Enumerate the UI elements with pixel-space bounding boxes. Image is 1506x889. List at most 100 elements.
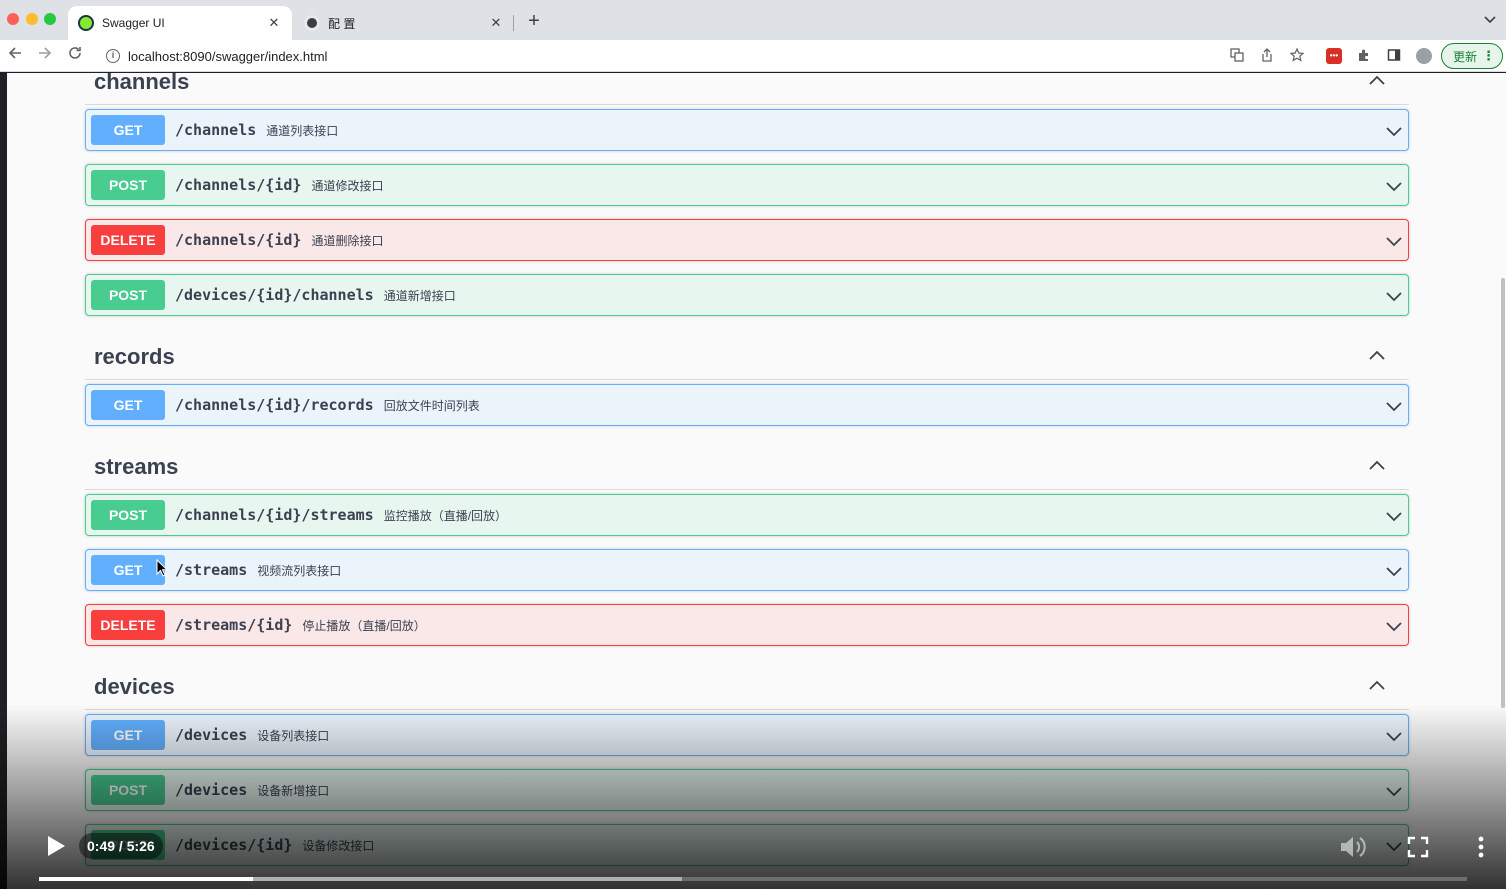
section-header-2[interactable]: streams (85, 454, 1409, 490)
operation-summary: 监控播放（直播/回放） (383, 508, 508, 523)
browser-tab-strip: Swagger UI ✕ 配 置 ✕ + (0, 0, 1506, 40)
new-tab-button[interactable]: + (524, 11, 544, 31)
operation-summary: 通道列表接口 (266, 123, 339, 138)
operation-path: /devices (175, 726, 248, 744)
tab-divider (513, 15, 514, 31)
tab-swagger-ui[interactable]: Swagger UI ✕ (68, 6, 292, 40)
window-minimize-button[interactable] (26, 13, 38, 25)
tab-title: 配 置 (328, 16, 356, 31)
operation-delete-row[interactable]: DELETE/channels/{id} 通道删除接口 (85, 219, 1409, 261)
site-info-icon[interactable]: i (106, 49, 120, 63)
operation-summary: 设备新增接口 (257, 783, 330, 798)
method-badge: POST (91, 170, 165, 200)
operation-path: /channels/{id} (175, 176, 302, 194)
window-close-button[interactable] (7, 13, 19, 25)
tab-config[interactable]: 配 置 ✕ (296, 6, 512, 40)
back-arrow-icon[interactable] (4, 45, 26, 67)
extension-password-icon[interactable]: ••• (1326, 48, 1342, 64)
method-badge: GET (91, 115, 165, 145)
bookmark-star-icon[interactable] (1289, 47, 1305, 64)
method-badge: DELETE (91, 610, 165, 640)
collapse-caret-icon[interactable] (1369, 458, 1385, 474)
page-scrollbar[interactable] (1499, 73, 1506, 889)
operation-get-row[interactable]: GET/channels 通道列表接口 (85, 109, 1409, 151)
operation-summary: 视频流列表接口 (257, 563, 342, 578)
expand-chevron-icon[interactable] (1386, 123, 1402, 139)
video-time-display: 0:49 / 5:26 (79, 833, 163, 859)
tab-search-chevron-icon[interactable] (1484, 13, 1496, 27)
window-zoom-button[interactable] (44, 13, 56, 25)
volume-icon[interactable] (1339, 834, 1367, 860)
close-tab-icon[interactable]: ✕ (266, 15, 282, 31)
method-badge: POST (91, 280, 165, 310)
reload-icon[interactable] (64, 45, 86, 67)
operation-summary: 设备列表接口 (257, 728, 330, 743)
section-title[interactable]: devices (94, 674, 175, 700)
section-title[interactable]: channels (94, 73, 189, 95)
operation-post-row[interactable]: POST/channels/{id} 通道修改接口 (85, 164, 1409, 206)
profile-avatar-icon[interactable] (1416, 48, 1432, 64)
config-favicon-icon (304, 15, 320, 31)
operation-post-row[interactable]: POST/devices 设备新增接口 (85, 769, 1409, 811)
update-button[interactable]: 更新 ⋮ (1441, 43, 1503, 69)
forward-arrow-icon[interactable] (34, 45, 56, 67)
swagger-favicon-icon (78, 15, 94, 31)
video-played-bar (39, 877, 254, 881)
side-panel-icon[interactable] (1386, 48, 1402, 64)
operation-summary: 通道新增接口 (383, 288, 456, 303)
expand-chevron-icon[interactable] (1386, 398, 1402, 414)
chrome-menu-icon[interactable]: ⋮ (1482, 48, 1495, 64)
collapse-caret-icon[interactable] (1369, 678, 1385, 694)
operation-path: /devices (175, 781, 248, 799)
operation-path: /streams/{id} (175, 616, 293, 634)
page-scrollbar-thumb[interactable] (1501, 278, 1505, 708)
collapse-caret-icon[interactable] (1369, 73, 1385, 89)
expand-chevron-icon[interactable] (1386, 783, 1402, 799)
operation-post-row[interactable]: POST/devices/{id}/channels 通道新增接口 (85, 274, 1409, 316)
expand-chevron-icon[interactable] (1386, 178, 1402, 194)
method-badge: POST (91, 500, 165, 530)
extensions-puzzle-icon[interactable] (1356, 48, 1372, 64)
operation-summary: 设备修改接口 (302, 838, 375, 853)
section-header-3[interactable]: devices (85, 674, 1409, 710)
address-url[interactable]: localhost:8090/swagger/index.html (128, 49, 327, 64)
more-options-icon[interactable] (1472, 834, 1490, 860)
share-icon[interactable] (1259, 48, 1275, 64)
video-progress-bar[interactable] (39, 877, 1467, 881)
operation-summary: 回放文件时间列表 (383, 398, 480, 413)
operation-path: /channels (175, 121, 257, 139)
expand-chevron-icon[interactable] (1386, 288, 1402, 304)
expand-chevron-icon[interactable] (1386, 838, 1402, 854)
section-header-1[interactable]: records (85, 344, 1409, 380)
address-bar[interactable]: i localhost:8090/swagger/index.html (98, 43, 1252, 69)
expand-chevron-icon[interactable] (1386, 618, 1402, 634)
collapse-caret-icon[interactable] (1369, 348, 1385, 364)
tab-title: Swagger UI (102, 16, 165, 30)
expand-chevron-icon[interactable] (1386, 728, 1402, 744)
operation-summary: 通道修改接口 (311, 178, 384, 193)
section-title[interactable]: streams (94, 454, 178, 480)
mouse-cursor-icon (156, 559, 168, 577)
fullscreen-icon[interactable] (1407, 836, 1429, 858)
operation-summary: 通道删除接口 (311, 233, 384, 248)
close-tab-icon[interactable]: ✕ (488, 15, 504, 31)
section-header-0[interactable]: channels (85, 73, 1409, 105)
method-badge: GET (91, 390, 165, 420)
operation-get-row[interactable]: GET/streams 视频流列表接口 (85, 549, 1409, 591)
section-title[interactable]: records (94, 344, 175, 370)
operation-post-row[interactable]: POST/channels/{id}/streams 监控播放（直播/回放） (85, 494, 1409, 536)
browser-toolbar: i localhost:8090/swagger/index.html ••• … (0, 40, 1506, 72)
expand-chevron-icon[interactable] (1386, 563, 1402, 579)
expand-chevron-icon[interactable] (1386, 233, 1402, 249)
expand-chevron-icon[interactable] (1386, 508, 1402, 524)
page-viewport[interactable]: channels GET/channels 通道列表接口 POST/channels/… (7, 73, 1506, 889)
translate-icon[interactable] (1229, 48, 1245, 64)
operation-get-row[interactable]: GET/devices 设备列表接口 (85, 714, 1409, 756)
play-icon[interactable] (44, 833, 68, 859)
operation-delete-row[interactable]: DELETE/streams/{id} 停止播放（直播/回放） (85, 604, 1409, 646)
operation-path: /channels/{id}/records (175, 396, 374, 414)
operation-post-row[interactable]: POST/devices/{id} 设备修改接口 (85, 824, 1409, 866)
method-badge: DELETE (91, 225, 165, 255)
operation-get-row[interactable]: GET/channels/{id}/records 回放文件时间列表 (85, 384, 1409, 426)
operation-summary: 停止播放（直播/回放） (302, 618, 426, 633)
